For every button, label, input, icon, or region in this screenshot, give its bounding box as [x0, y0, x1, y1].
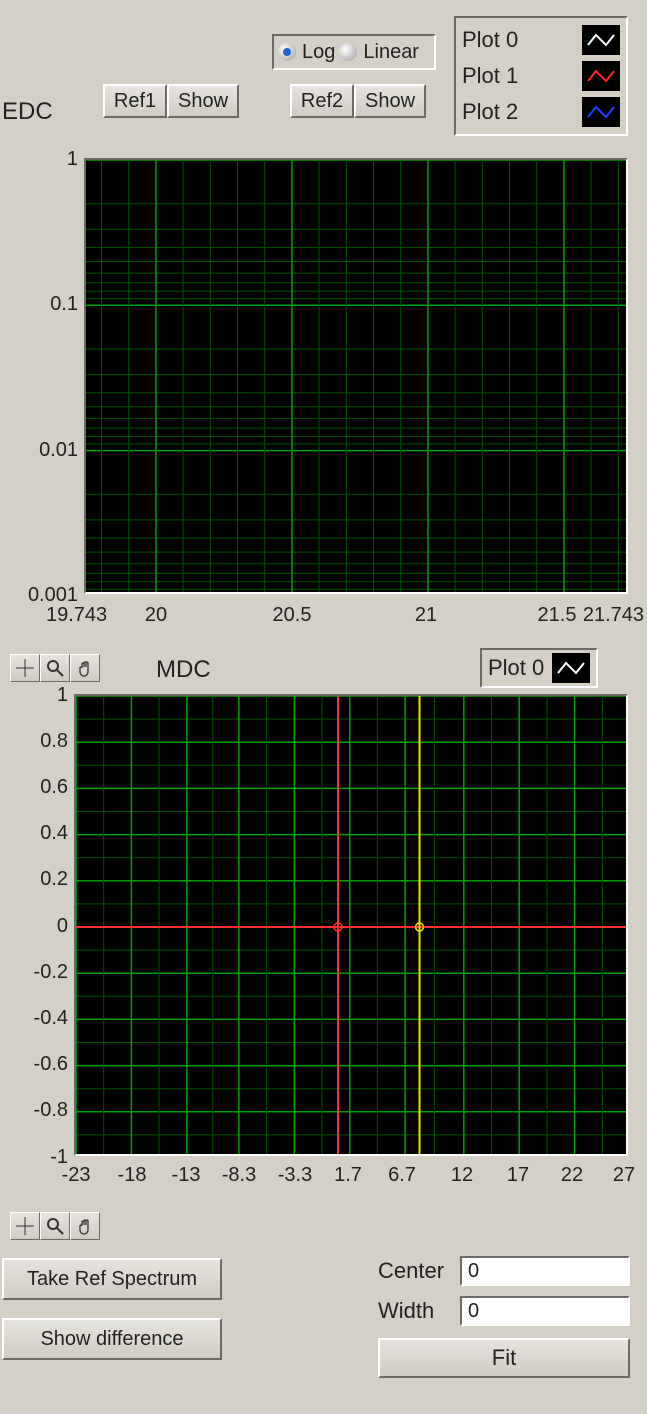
crosshair-tool[interactable]: [10, 1212, 40, 1240]
width-value: 0: [468, 1300, 479, 1323]
ref2-button[interactable]: Ref2: [290, 84, 354, 118]
y-tick: -0.4: [16, 1007, 68, 1030]
y-tick: 0.01: [30, 439, 78, 462]
fit-label: Fit: [492, 1345, 516, 1371]
show2-button[interactable]: Show: [354, 84, 426, 118]
edc-plot[interactable]: [84, 158, 628, 594]
mdc-legend: Plot 0: [480, 648, 598, 688]
edc-label: EDC: [2, 98, 53, 126]
show-diff-label: Show difference: [40, 1328, 183, 1351]
hand-icon: [76, 659, 94, 677]
pan-tool[interactable]: [70, 654, 100, 682]
series-line-icon: [586, 31, 616, 49]
pan-tool[interactable]: [70, 1212, 100, 1240]
x-tick: -18: [110, 1164, 154, 1187]
x-tick: 12: [440, 1164, 484, 1187]
fit-button[interactable]: Fit: [378, 1338, 630, 1378]
y-tick: -0.6: [16, 1053, 68, 1076]
edc-grid-icon: [86, 160, 626, 592]
take-ref-label: Take Ref Spectrum: [27, 1268, 197, 1291]
series-line-icon: [586, 67, 616, 85]
radio-linear-label: Linear: [363, 41, 419, 64]
show-diff-button[interactable]: Show difference: [2, 1318, 222, 1360]
mdc-toolbar: [10, 654, 100, 682]
magnifier-icon: [46, 659, 64, 677]
x-tick: 20: [136, 604, 176, 627]
magnifier-icon: [46, 1217, 64, 1235]
hand-icon: [76, 1217, 94, 1235]
y-tick: -0.2: [16, 961, 68, 984]
center-input[interactable]: 0: [460, 1256, 630, 1286]
radio-log[interactable]: [278, 43, 296, 61]
mdc-plot[interactable]: [74, 694, 628, 1156]
x-tick: 22: [550, 1164, 594, 1187]
series-line-icon: [586, 103, 616, 121]
crosshair-tool[interactable]: [10, 654, 40, 682]
crosshair-icon: [16, 1217, 34, 1235]
take-ref-button[interactable]: Take Ref Spectrum: [2, 1258, 222, 1300]
show1-label: Show: [178, 90, 228, 113]
y-tick: -0.8: [16, 1099, 68, 1122]
x-tick: -3.3: [270, 1164, 320, 1187]
edc-legend: Plot 0 Plot 1 Plot 2: [454, 16, 628, 136]
x-tick: 27: [604, 1164, 644, 1187]
mdc-label: MDC: [156, 656, 211, 684]
legend-swatch[interactable]: [552, 653, 590, 683]
width-label: Width: [378, 1298, 434, 1324]
radio-log-label: Log: [302, 41, 335, 64]
x-tick: -13: [164, 1164, 208, 1187]
mdc-grid-icon: [76, 696, 626, 1154]
legend-label: Plot 2: [462, 99, 518, 125]
x-tick: 1.7: [326, 1164, 370, 1187]
legend-label: Plot 1: [462, 63, 518, 89]
legend-label: Plot 0: [462, 27, 518, 53]
x-tick: 17: [496, 1164, 540, 1187]
width-input[interactable]: 0: [460, 1296, 630, 1326]
y-tick: 0.1: [40, 293, 78, 316]
y-tick: 1: [34, 684, 68, 707]
scale-radio-group: Log Linear: [272, 34, 436, 70]
legend-swatch[interactable]: [582, 61, 620, 91]
x-tick: 21.743: [574, 604, 644, 627]
center-label: Center: [378, 1258, 444, 1284]
x-tick: 19.743: [46, 604, 122, 627]
x-tick: 20.5: [262, 604, 322, 627]
y-tick: 0: [34, 915, 68, 938]
y-tick: 0.8: [24, 730, 68, 753]
y-tick: 0.2: [24, 868, 68, 891]
show1-button[interactable]: Show: [167, 84, 239, 118]
x-tick: 21: [406, 604, 446, 627]
legend-swatch[interactable]: [582, 97, 620, 127]
crosshair-icon: [16, 659, 34, 677]
center-value: 0: [468, 1260, 479, 1283]
bottom-toolbar: [10, 1212, 100, 1240]
x-tick: 6.7: [380, 1164, 424, 1187]
radio-linear[interactable]: [339, 43, 357, 61]
ref1-button[interactable]: Ref1: [103, 84, 167, 118]
y-tick: 0.6: [24, 776, 68, 799]
y-tick: 1: [50, 148, 78, 171]
x-tick: -23: [54, 1164, 98, 1187]
show2-label: Show: [365, 90, 415, 113]
series-line-icon: [556, 659, 586, 677]
legend-label: Plot 0: [488, 655, 544, 681]
legend-swatch[interactable]: [582, 25, 620, 55]
ref2-label: Ref2: [301, 90, 343, 113]
zoom-tool[interactable]: [40, 1212, 70, 1240]
ref1-label: Ref1: [114, 90, 156, 113]
y-tick: 0.4: [24, 822, 68, 845]
zoom-tool[interactable]: [40, 654, 70, 682]
x-tick: -8.3: [214, 1164, 264, 1187]
